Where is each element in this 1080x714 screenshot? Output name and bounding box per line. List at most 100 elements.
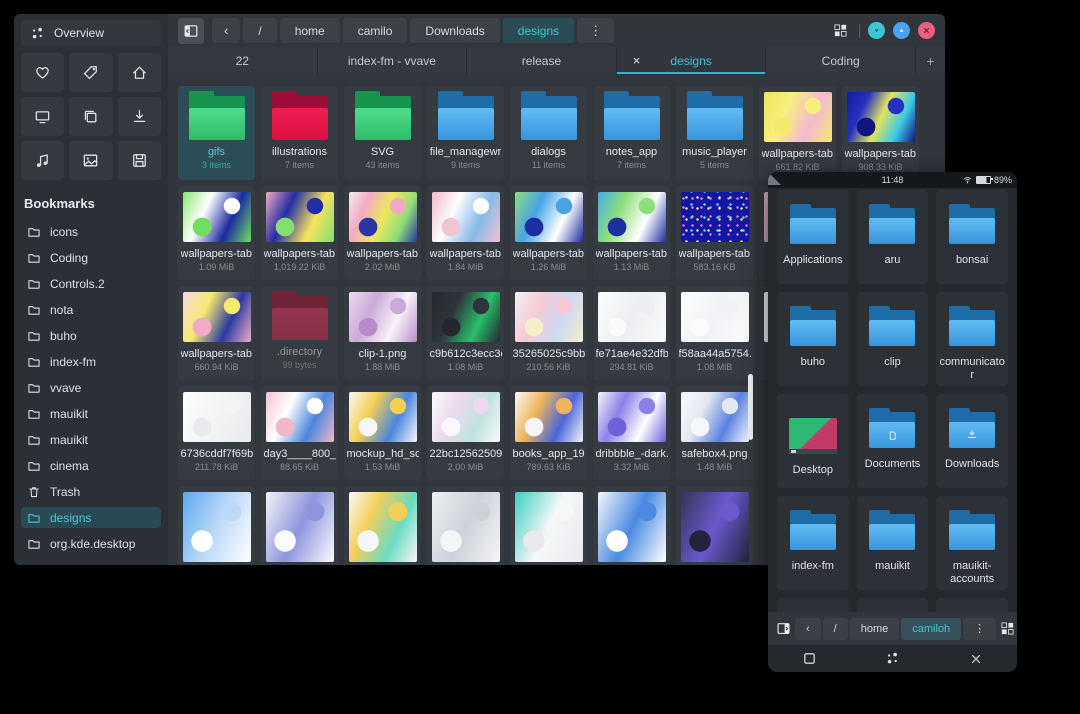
file-downloads[interactable]: Downloads <box>936 394 1008 488</box>
breadcrumb-item[interactable]: / <box>243 18 276 43</box>
file-dialogs[interactable]: dialogs11 items <box>510 86 587 180</box>
file-notes-app[interactable]: notes_app7 items <box>593 86 670 180</box>
file-wallpapers-tab[interactable]: wallpapers-tab...1.26 MiB <box>510 186 587 280</box>
bookmark-controls-2[interactable]: Controls.2 <box>21 273 161 294</box>
close-window-button[interactable] <box>969 652 983 666</box>
bookmark-item[interactable] <box>21 559 161 565</box>
sidebar-toggle-button[interactable] <box>178 18 204 44</box>
file-folder[interactable] <box>857 598 929 612</box>
file-wallpapers-tab[interactable]: wallpapers-tab...660.94 KiB <box>178 286 255 380</box>
maximize-window-button[interactable] <box>893 22 910 39</box>
scrollbar[interactable] <box>748 374 753 440</box>
new-tab-button[interactable]: + <box>916 47 945 74</box>
back-button[interactable]: ‹ <box>795 618 821 640</box>
tab-release[interactable]: release <box>467 47 616 74</box>
file-thumbnail[interactable] <box>510 486 587 565</box>
more-button[interactable]: ⋮ <box>577 18 614 43</box>
file-clip[interactable]: clip <box>857 292 929 386</box>
file-file-managewr[interactable]: file_managewr9 items <box>427 86 504 180</box>
file-mauikit[interactable]: mauikit <box>857 496 929 590</box>
file-illustrations[interactable]: illustrations7 items <box>261 86 338 180</box>
close-tab-icon[interactable]: × <box>633 53 641 68</box>
quick-home-button[interactable] <box>118 53 161 92</box>
mobile-sidebar-toggle-button[interactable] <box>776 618 791 640</box>
bookmark-trash[interactable]: Trash <box>21 481 161 502</box>
file-index-fm[interactable]: index-fm <box>777 496 849 590</box>
file-wallpapers-tab[interactable]: wallpapers-tab...2.02 MiB <box>344 186 421 280</box>
overview-header[interactable]: Overview <box>21 20 161 46</box>
file-communicator[interactable]: communicator <box>936 292 1008 386</box>
bookmark-mauikit[interactable]: mauikit <box>21 403 161 424</box>
bookmark-coding[interactable]: Coding <box>21 247 161 268</box>
file-wallpapers-tab[interactable]: wallpapers-tab...661.82 KiB <box>759 86 836 180</box>
overview-button[interactable] <box>885 651 900 666</box>
quick-save-button[interactable] <box>118 141 161 180</box>
back-button[interactable]: ‹ <box>212 18 240 43</box>
bookmark-mauikit[interactable]: mauikit <box>21 429 161 450</box>
file-safebox4-png[interactable]: safebox4.png1.48 MiB <box>676 386 753 480</box>
file-documents[interactable]: Documents <box>857 394 929 488</box>
file-thumbnail[interactable] <box>427 486 504 565</box>
file-c9b612c3ecc3c[interactable]: c9b612c3ecc3c...1.08 MiB <box>427 286 504 380</box>
breadcrumb-item[interactable]: / <box>823 618 848 640</box>
minimize-window-button[interactable] <box>868 22 885 39</box>
quick-music-button[interactable] <box>21 141 64 180</box>
bookmark-org-kde-desktop[interactable]: org.kde.desktop <box>21 533 161 554</box>
file-bonsai[interactable]: bonsai <box>936 190 1008 284</box>
quick-heart-button[interactable] <box>21 53 64 92</box>
bookmark-buho[interactable]: buho <box>21 325 161 346</box>
file-wallpapers-tab[interactable]: wallpapers-tab...1,019.22 KiB <box>261 186 338 280</box>
bookmark-vvave[interactable]: vvave <box>21 377 161 398</box>
file-35265025c9bb[interactable]: 35265025c9bb...210.56 KiB <box>510 286 587 380</box>
file-books-app-19[interactable]: books_app_19...789.63 KiB <box>510 386 587 480</box>
file-wallpapers-tab[interactable]: wallpapers-tab...1.09 MiB <box>178 186 255 280</box>
breadcrumb-downloads[interactable]: Downloads <box>410 18 499 43</box>
file-thumbnail[interactable] <box>178 486 255 565</box>
file-desktop[interactable]: Desktop <box>777 394 849 488</box>
file-dribbble-dark[interactable]: dribbble_-dark...3.32 MiB <box>593 386 670 480</box>
file-applications[interactable]: Applications <box>777 190 849 284</box>
file-svg[interactable]: SVG43 items <box>344 86 421 180</box>
bookmark-cinema[interactable]: cinema <box>21 455 161 476</box>
quick-tag-button[interactable] <box>69 53 112 92</box>
bookmark-nota[interactable]: nota <box>21 299 161 320</box>
more-button[interactable]: ⋮ <box>963 618 996 640</box>
breadcrumb-camilo[interactable]: camilo <box>343 18 408 43</box>
file-wallpapers-tab[interactable]: wallpapers-tab...583.16 KB <box>676 186 753 280</box>
file-music-player[interactable]: music_player5 items <box>676 86 753 180</box>
file-folder[interactable] <box>777 598 849 612</box>
bookmark-designs[interactable]: designs <box>21 507 161 528</box>
close-window-button[interactable] <box>918 22 935 39</box>
file-thumbnail[interactable] <box>344 486 421 565</box>
file-aru[interactable]: aru <box>857 190 929 284</box>
bookmark-icons[interactable]: icons <box>21 221 161 242</box>
file-folder[interactable] <box>936 598 1008 612</box>
tab-index-fm-vvave[interactable]: index-fm - vvave <box>318 47 467 74</box>
file-22bc12562509[interactable]: 22bc12562509...2.00 MiB <box>427 386 504 480</box>
tab-designs[interactable]: ×designs <box>617 47 766 74</box>
quick-screen-button[interactable] <box>21 97 64 136</box>
file-wallpapers-tab[interactable]: wallpapers-tab...1.13 MiB <box>593 186 670 280</box>
file-day3-800[interactable]: day3____800_...88.65 KiB <box>261 386 338 480</box>
mobile-miniature-grid-button[interactable] <box>1000 618 1015 640</box>
file-mauikit-accounts[interactable]: mauikit-accounts <box>936 496 1008 590</box>
file-gifs[interactable]: gifs3 items <box>178 86 255 180</box>
miniature-grid-button[interactable] <box>829 20 851 42</box>
breadcrumb-designs[interactable]: designs <box>503 18 574 43</box>
file-clip-1-png[interactable]: clip-1.png1.88 MiB <box>344 286 421 380</box>
file-wallpapers-tab[interactable]: wallpapers-tab...1.84 MiB <box>427 186 504 280</box>
breadcrumb-home[interactable]: home <box>280 18 340 43</box>
tab-22[interactable]: 22 <box>168 47 317 74</box>
file-f58aa44a5754[interactable]: f58aa44a5754...1.08 MiB <box>676 286 753 380</box>
breadcrumb-home[interactable]: home <box>850 618 900 640</box>
file-thumbnail[interactable] <box>593 486 670 565</box>
breadcrumb-camiloh[interactable]: camiloh <box>901 618 961 640</box>
quick-image-button[interactable] <box>69 141 112 180</box>
tab-coding[interactable]: Coding <box>766 47 915 74</box>
file-fe71ae4e32dfb[interactable]: fe71ae4e32dfb...294.81 KiB <box>593 286 670 380</box>
bookmark-index-fm[interactable]: index-fm <box>21 351 161 372</box>
file-thumbnail[interactable] <box>261 486 338 565</box>
quick-clone-button[interactable] <box>69 97 112 136</box>
file-directory[interactable]: .directory99 bytes <box>261 286 338 380</box>
file-thumbnail[interactable] <box>676 486 753 565</box>
